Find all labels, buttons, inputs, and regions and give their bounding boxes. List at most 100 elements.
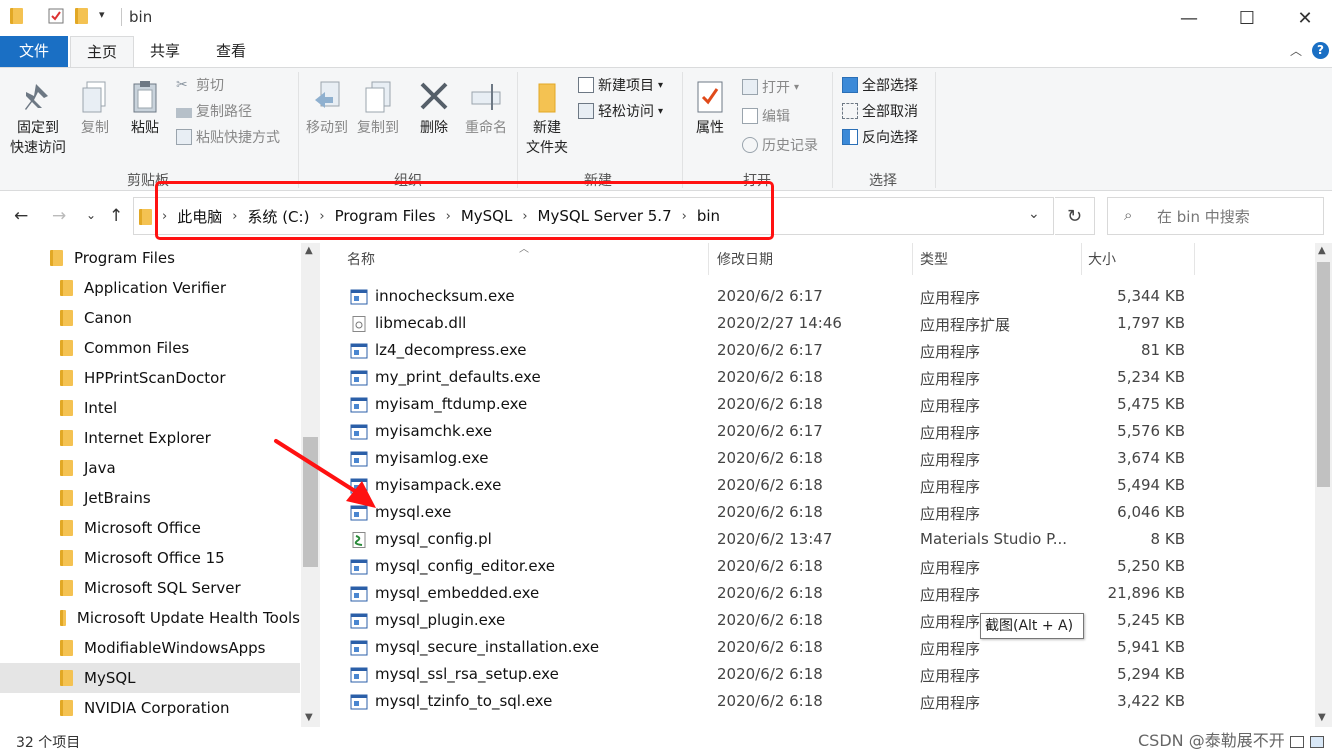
collapse-ribbon-icon[interactable]: ︿ — [1290, 42, 1302, 59]
divider[interactable] — [1194, 243, 1195, 275]
nav-item[interactable]: JetBrains — [0, 483, 300, 513]
red-arrow-annotation — [274, 439, 376, 508]
paste-shortcut-button[interactable]: 粘贴快捷方式 — [176, 126, 280, 148]
new-folder-button[interactable]: 新建 文件夹 — [522, 80, 572, 158]
file-row[interactable]: my_print_defaults.exe 2020/6/2 6:18 应用程序 5,… — [340, 364, 1200, 391]
customize-dropdown-icon[interactable]: ▾ — [99, 8, 105, 21]
details-view-icon[interactable] — [1290, 736, 1304, 748]
open-button[interactable]: 打开 ▾ — [742, 76, 799, 98]
divider[interactable] — [1081, 243, 1082, 275]
application-icon — [350, 586, 368, 602]
tab-share[interactable]: 共享 — [134, 36, 196, 67]
pin-quick-access-button[interactable]: 固定到 快速访问 — [8, 80, 68, 158]
nav-item[interactable]: Common Files — [0, 333, 300, 363]
rename-button[interactable]: 重命名 — [460, 80, 512, 138]
forward-arrow-icon[interactable]: → — [52, 206, 66, 226]
column-header-name[interactable]: 名称 — [347, 249, 375, 269]
file-date: 2020/6/2 6:18 — [717, 584, 823, 602]
nav-item-label: ModifiableWindowsApps — [84, 639, 266, 657]
nav-item[interactable]: Microsoft Office 15 — [0, 543, 300, 573]
file-name: myisamchk.exe — [375, 422, 493, 440]
invert-selection-icon — [842, 129, 858, 145]
copy-path-icon — [176, 107, 192, 118]
scroll-down-icon[interactable]: ▼ — [305, 712, 313, 723]
paste-button[interactable]: 粘贴 — [122, 80, 168, 138]
invert-selection-button[interactable]: 反向选择 — [842, 126, 918, 148]
cut-button[interactable]: ✂ 剪切 — [176, 74, 224, 96]
file-list-scrollbar-thumb[interactable] — [1317, 262, 1330, 487]
refresh-button[interactable]: ↻ — [1055, 197, 1095, 235]
up-arrow-icon[interactable]: ↑ — [109, 206, 123, 226]
nav-item[interactable]: Java — [0, 453, 300, 483]
help-icon[interactable]: ? — [1312, 42, 1329, 59]
column-header-type[interactable]: 类型 — [920, 249, 948, 269]
new-item-button[interactable]: 新建项目 ▾ — [578, 74, 663, 96]
select-none-button[interactable]: 全部取消 — [842, 100, 918, 122]
nav-item[interactable]: Canon — [0, 303, 300, 333]
copy-button[interactable]: 复制 — [72, 80, 118, 138]
nav-item[interactable]: Application Verifier — [0, 273, 300, 303]
file-date: 2020/2/27 14:46 — [717, 314, 842, 332]
maximize-button[interactable]: ☐ — [1224, 0, 1270, 36]
divider[interactable] — [708, 243, 709, 275]
nav-item[interactable]: NVIDIA Corporation — [0, 693, 300, 723]
file-row[interactable]: mysql_tzinfo_to_sql.exe 2020/6/2 6:18 应用程序… — [340, 688, 1200, 715]
file-row[interactable]: mysql_embedded.exe 2020/6/2 6:18 应用程序 21,89… — [340, 580, 1200, 607]
nav-item-label: Microsoft Office — [84, 519, 201, 537]
nav-item[interactable]: Intel — [0, 393, 300, 423]
back-arrow-icon[interactable]: ← — [14, 206, 28, 226]
file-row[interactable]: myisampack.exe 2020/6/2 6:18 应用程序 5,494 KB — [340, 472, 1200, 499]
close-button[interactable]: ✕ — [1282, 0, 1328, 36]
nav-item[interactable]: Microsoft Update Health Tools — [0, 603, 300, 633]
nav-item[interactable]: Internet Explorer — [0, 423, 300, 453]
nav-item[interactable]: Microsoft SQL Server — [0, 573, 300, 603]
recent-locations-chevron-icon[interactable]: ⌄ — [86, 208, 96, 222]
divider[interactable] — [912, 243, 913, 275]
properties-quick-icon[interactable] — [48, 8, 64, 24]
tab-home[interactable]: 主页 — [70, 36, 135, 68]
scroll-up-icon[interactable]: ▲ — [305, 245, 313, 256]
column-header-size[interactable]: 大小 — [1088, 249, 1116, 269]
folder-icon — [60, 700, 73, 716]
title-bar: ▾ bin — ☐ ✕ — [0, 0, 1332, 36]
delete-button[interactable]: 删除 — [414, 80, 454, 138]
scroll-down-icon[interactable]: ▼ — [1318, 712, 1326, 723]
scroll-up-icon[interactable]: ▲ — [1318, 245, 1326, 256]
divider — [682, 72, 683, 188]
nav-item[interactable]: ModifiableWindowsApps — [0, 633, 300, 663]
file-row[interactable]: mysql_config.pl 2020/6/2 13:47 Materials S… — [340, 526, 1200, 553]
column-header-modified[interactable]: 修改日期 — [717, 249, 773, 269]
application-icon — [350, 397, 368, 413]
nav-item[interactable]: Microsoft Office — [0, 513, 300, 543]
file-date: 2020/6/2 6:17 — [717, 341, 823, 359]
large-icons-view-icon[interactable] — [1310, 736, 1324, 748]
select-all-button[interactable]: 全部选择 — [842, 74, 918, 96]
application-icon — [350, 289, 368, 305]
file-row[interactable]: myisamlog.exe 2020/6/2 6:18 应用程序 3,674 KB — [340, 445, 1200, 472]
file-row[interactable]: myisamchk.exe 2020/6/2 6:17 应用程序 5,576 KB — [340, 418, 1200, 445]
edit-button[interactable]: 编辑 — [742, 105, 790, 127]
file-row[interactable]: mysql.exe 2020/6/2 6:18 应用程序 6,046 KB — [340, 499, 1200, 526]
nav-item[interactable]: HPPrintScanDoctor — [0, 363, 300, 393]
address-dropdown-chevron-icon[interactable]: ⌄ — [1028, 206, 1040, 222]
copy-to-button[interactable]: 复制到 — [354, 80, 402, 138]
file-name: innochecksum.exe — [375, 287, 515, 305]
file-date: 2020/6/2 6:18 — [717, 638, 823, 656]
file-row[interactable]: innochecksum.exe 2020/6/2 6:17 应用程序 5,344 K… — [340, 283, 1200, 310]
minimize-button[interactable]: — — [1166, 0, 1212, 36]
file-row[interactable]: mysql_config_editor.exe 2020/6/2 6:18 应用程序… — [340, 553, 1200, 580]
tab-view[interactable]: 查看 — [200, 36, 262, 67]
copy-path-button[interactable]: 复制路径 — [176, 100, 252, 122]
tab-file[interactable]: 文件 — [0, 36, 68, 67]
file-row[interactable]: libmecab.dll 2020/2/27 14:46 应用程序扩展 1,797 K… — [340, 310, 1200, 337]
new-folder-quick-icon[interactable] — [75, 8, 88, 24]
file-row[interactable]: lz4_decompress.exe 2020/6/2 6:17 应用程序 81 KB — [340, 337, 1200, 364]
history-button[interactable]: 历史记录 — [742, 134, 818, 156]
nav-item[interactable]: MySQL — [0, 663, 300, 693]
nav-item[interactable]: Program Files — [0, 243, 300, 273]
move-to-button[interactable]: 移动到 — [303, 80, 351, 138]
properties-button[interactable]: 属性 — [688, 80, 732, 138]
file-row[interactable]: mysql_ssl_rsa_setup.exe 2020/6/2 6:18 应用程序… — [340, 661, 1200, 688]
easy-access-button[interactable]: 轻松访问 ▾ — [578, 100, 663, 122]
file-row[interactable]: myisam_ftdump.exe 2020/6/2 6:18 应用程序 5,475 … — [340, 391, 1200, 418]
